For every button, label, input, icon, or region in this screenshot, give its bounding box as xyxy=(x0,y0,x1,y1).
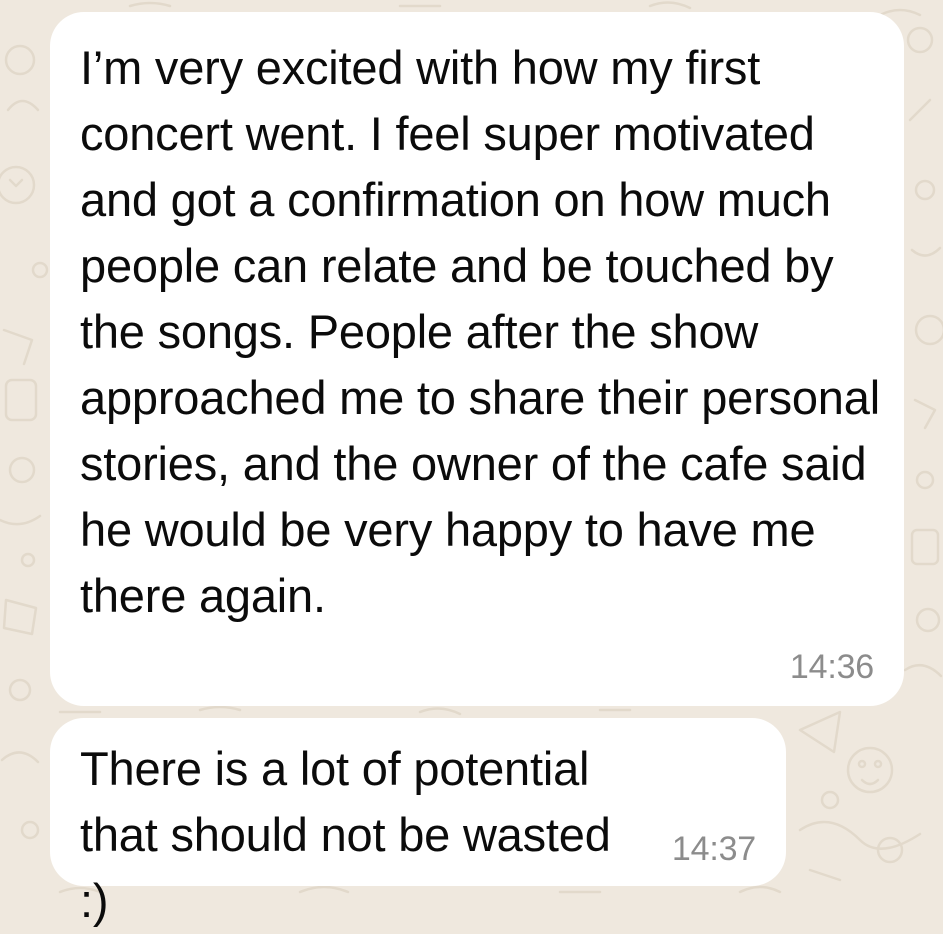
message-text: There is a lot of potential that should … xyxy=(80,742,611,927)
message-text: I’m very excited with how my first conce… xyxy=(80,41,880,622)
message-bubble-incoming[interactable]: I’m very excited with how my first conce… xyxy=(50,12,904,706)
message-bubble-incoming[interactable]: There is a lot of potential that should … xyxy=(50,718,786,927)
message-timestamp: 14:36 xyxy=(789,648,874,686)
message-timestamp: 14:37 xyxy=(671,830,756,868)
